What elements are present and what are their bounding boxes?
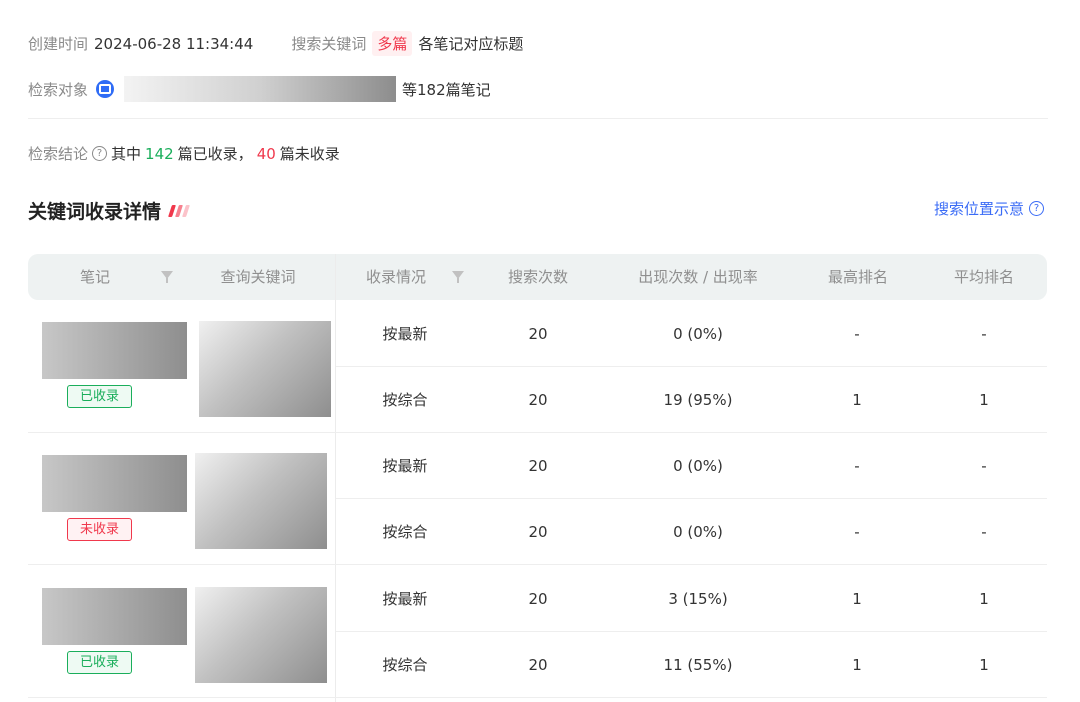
keyword-multi-tag: 多篇 xyxy=(372,31,413,56)
table-header: 笔记 查询关键词 收录情况 搜索次数 出现次数 / 出现率 最高排名 平均排名 xyxy=(28,254,1047,300)
note-thumbnail[interactable] xyxy=(42,588,187,645)
col-best-rank: 最高排名 xyxy=(827,268,888,286)
group-divider xyxy=(28,432,1047,433)
meta-row: 创建时间 2024-06-28 11:34:44 搜索关键词 多篇 各笔记对应标… xyxy=(28,31,523,56)
keyword-text: 各笔记对应标题 xyxy=(418,35,524,53)
search-count-cell: 20 xyxy=(528,391,548,409)
avg-rank-cell: 1 xyxy=(979,656,989,674)
divider xyxy=(28,118,1048,119)
appear-cell: 3 (15%) xyxy=(668,590,728,608)
best-rank-cell: 1 xyxy=(852,391,862,409)
group-divider xyxy=(28,697,1047,698)
best-rank-cell: - xyxy=(854,523,860,541)
appear-cell: 0 (0%) xyxy=(673,523,723,541)
sort-cell: 按最新 xyxy=(382,325,428,343)
avg-rank-cell: 1 xyxy=(979,590,989,608)
help-icon[interactable]: ? xyxy=(1029,201,1044,216)
conclusion-prefix: 其中 xyxy=(111,145,142,163)
avg-rank-cell: - xyxy=(981,523,987,541)
help-icon[interactable]: ? xyxy=(92,146,108,161)
best-rank-cell: 1 xyxy=(852,656,862,674)
avg-rank-cell: - xyxy=(981,457,987,475)
included-text: 篇已收录， xyxy=(177,145,253,163)
blurred-object-name xyxy=(124,76,397,102)
search-count-cell: 20 xyxy=(528,457,548,475)
search-count-cell: 20 xyxy=(528,656,548,674)
column-divider xyxy=(335,254,336,702)
avg-rank-cell: 1 xyxy=(979,391,989,409)
appear-cell: 19 (95%) xyxy=(663,391,733,409)
sort-cell: 按最新 xyxy=(382,590,428,608)
title-decoration-icon xyxy=(168,204,190,217)
search-count-cell: 20 xyxy=(528,590,548,608)
keyword-label: 搜索关键词 xyxy=(291,35,367,53)
search-position-link[interactable]: 搜索位置示意 ? xyxy=(934,198,1048,219)
object-row: 检索对象 等182篇笔记 xyxy=(28,76,491,102)
notebook-icon xyxy=(96,80,115,98)
object-label: 检索对象 xyxy=(28,80,89,99)
status-badge: 已收录 xyxy=(67,385,132,408)
note-thumbnail[interactable] xyxy=(42,455,187,512)
filter-icon[interactable] xyxy=(452,271,464,283)
not-included-count: 40 xyxy=(256,144,276,163)
best-rank-cell: - xyxy=(854,457,860,475)
included-count: 142 xyxy=(145,144,174,163)
sort-cell: 按最新 xyxy=(382,457,428,475)
avg-rank-cell: - xyxy=(981,325,987,343)
appear-cell: 0 (0%) xyxy=(673,457,723,475)
sort-cell: 按综合 xyxy=(382,391,428,409)
search-count-cell: 20 xyxy=(528,523,548,541)
row-divider xyxy=(336,498,1047,499)
section-title: 关键词收录详情 xyxy=(28,197,190,224)
col-appear-rate: 出现次数 / 出现率 xyxy=(638,268,758,286)
object-suffix: 等182篇笔记 xyxy=(402,80,491,99)
row-divider xyxy=(336,631,1047,632)
group-divider xyxy=(28,564,1047,565)
col-search-count: 搜索次数 xyxy=(507,268,568,286)
appear-cell: 11 (55%) xyxy=(663,656,733,674)
search-count-cell: 20 xyxy=(528,325,548,343)
note-thumbnail[interactable] xyxy=(42,322,187,379)
keyword-thumbnail xyxy=(195,453,327,549)
section-title-text: 关键词收录详情 xyxy=(28,201,162,223)
col-keyword: 查询关键词 xyxy=(220,268,296,286)
status-badge: 未收录 xyxy=(67,518,132,541)
row-divider xyxy=(336,366,1047,367)
col-status: 收录情况 xyxy=(365,268,426,286)
appear-cell: 0 (0%) xyxy=(673,325,723,343)
filter-icon[interactable] xyxy=(161,271,173,283)
sort-cell: 按综合 xyxy=(382,656,428,674)
sort-cell: 按综合 xyxy=(382,523,428,541)
conclusion-label: 检索结论 xyxy=(28,145,89,163)
not-included-text: 篇未收录 xyxy=(279,145,340,163)
conclusion-row: 检索结论 ? 其中 142 篇已收录， 40 篇未收录 xyxy=(28,143,340,164)
keyword-thumbnail xyxy=(195,587,327,683)
col-note: 笔记 xyxy=(79,268,110,286)
best-rank-cell: - xyxy=(854,325,860,343)
search-position-link-text[interactable]: 搜索位置示意 xyxy=(934,198,1024,219)
keyword-thumbnail xyxy=(199,321,331,417)
col-avg-rank: 平均排名 xyxy=(953,268,1014,286)
best-rank-cell: 1 xyxy=(852,590,862,608)
created-label: 创建时间 xyxy=(28,35,89,53)
status-badge: 已收录 xyxy=(67,651,132,674)
created-time: 2024-06-28 11:34:44 xyxy=(94,34,254,53)
